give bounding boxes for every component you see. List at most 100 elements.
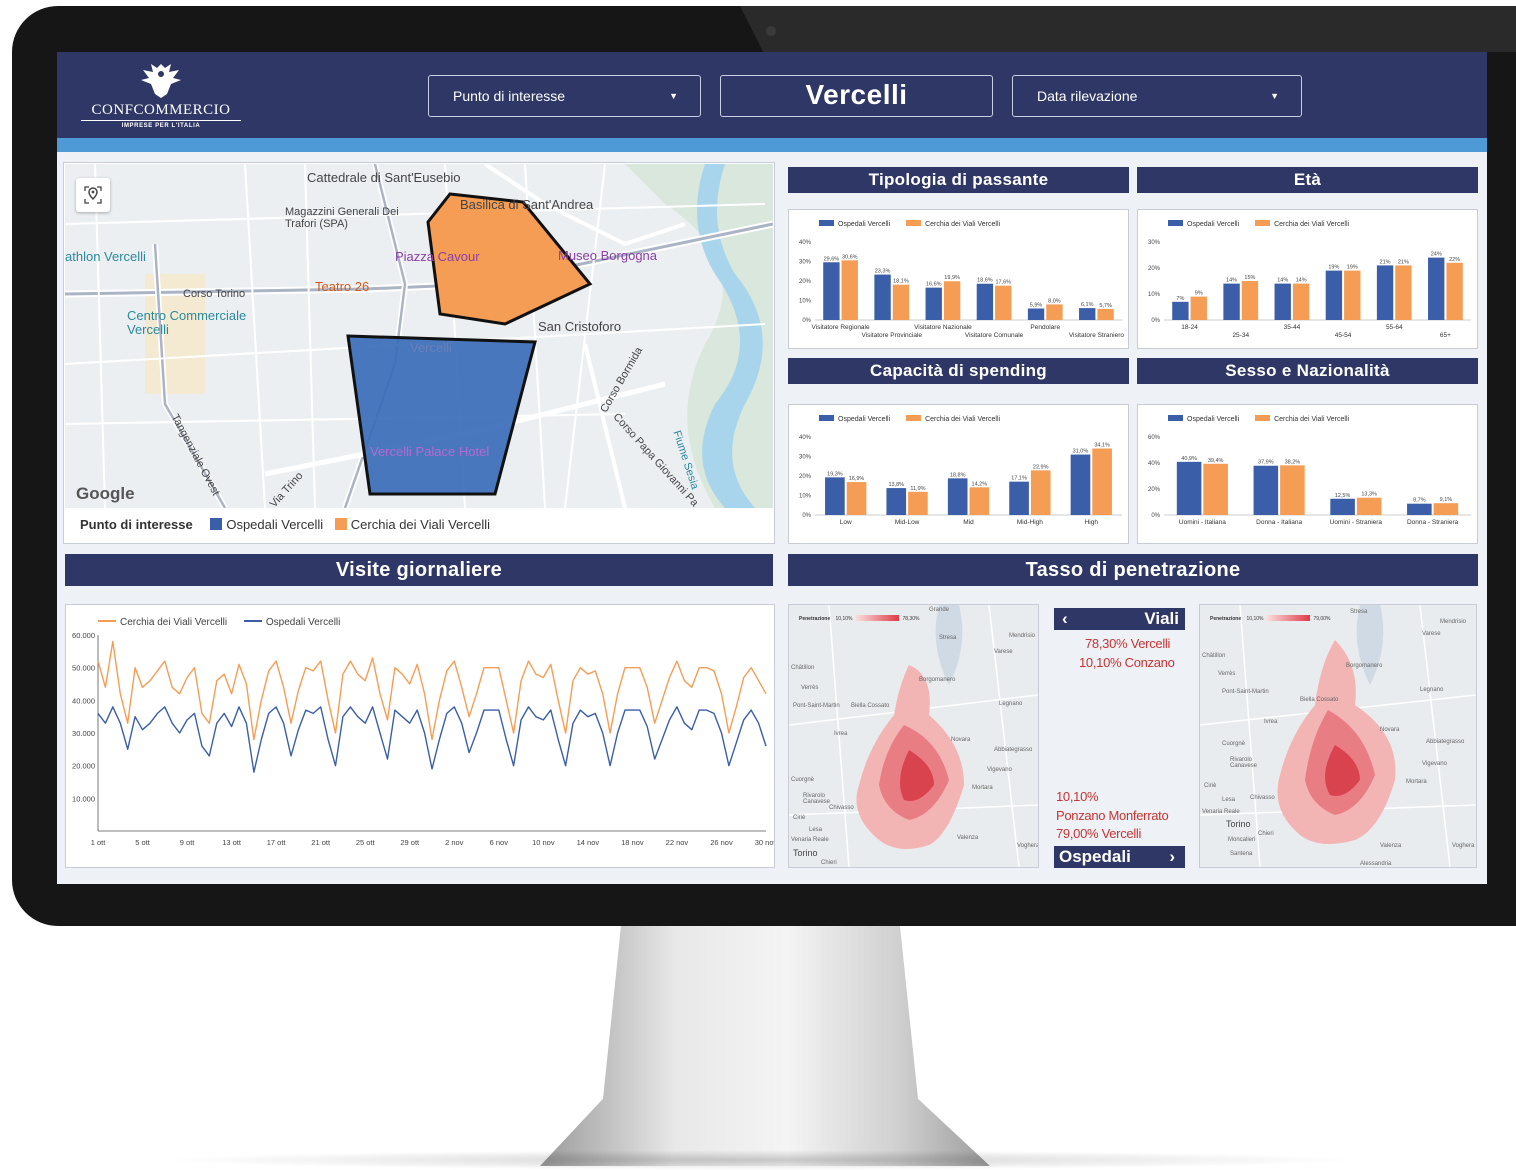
viali-nav[interactable]: ‹ Viali — [1054, 608, 1185, 630]
legend-cerchia: Cerchia dei Viali Vercelli — [1274, 416, 1350, 423]
map-label-athlon: athlon Vercelli — [65, 249, 146, 264]
data-label: 22% — [1449, 257, 1460, 263]
data-label: 14% — [1226, 278, 1237, 284]
legend-swatch-cerchia — [906, 415, 922, 421]
data-label: 34,1% — [1094, 443, 1110, 449]
town-legnano: Legnano — [1420, 687, 1444, 693]
bar-ospedali — [1223, 283, 1240, 320]
locate-me-button[interactable] — [76, 178, 110, 212]
tipologia-chart-panel: Ospedali Vercelli Cerchia dei Viali Verc… — [788, 209, 1129, 349]
data-label: 13,8% — [888, 482, 904, 488]
y-tick-label: 60.000 — [72, 631, 95, 640]
chevron-left-icon[interactable]: ‹ — [1062, 608, 1068, 630]
poi-map[interactable]: Cattedrale di Sant'Eusebio Basilica di S… — [65, 164, 773, 508]
x-tick-label: 5 ott — [135, 838, 151, 847]
legend-swatch-ospedali — [1168, 415, 1183, 421]
bar-ospedali — [1176, 461, 1202, 515]
bar-ospedali — [874, 274, 891, 320]
penetration-legend-viali: Penetrazione 10,10% 78,30% — [799, 615, 919, 622]
data-label: 6,1% — [1081, 302, 1094, 308]
legend-cerchia: Cerchia dei Viali Vercelli — [925, 416, 1001, 423]
bar-cerchia — [1092, 448, 1112, 515]
category-label: 45-54 — [1335, 332, 1352, 339]
eta-bar-chart: 0% 10% 20% 30% 7% 14% 14% 19% 21% 24% 9% 15% 14% 19% 2… — [1148, 240, 1471, 339]
category-label: Donna - Straniera — [1407, 519, 1459, 526]
town-cirie: Ciriè — [1204, 783, 1217, 789]
data-label: 7% — [1176, 296, 1184, 302]
tipologia-title: Tipologia di passante — [788, 167, 1129, 193]
town-mendrisio: Mendrisio — [1009, 633, 1036, 639]
map-legend-ospedali: Ospedali Vercelli — [226, 517, 324, 532]
poi-dropdown[interactable]: Punto di interesse ▼ — [428, 75, 701, 117]
legend-ospedali: Ospedali Vercelli — [1187, 416, 1240, 423]
y-tick-label: 0% — [1151, 318, 1160, 324]
bar-ospedali — [1253, 465, 1279, 515]
bar-cerchia — [846, 482, 867, 515]
legend-ospedali: Ospedali Vercelli — [838, 221, 891, 228]
data-label: 37,9% — [1258, 460, 1274, 466]
data-label: 16,9% — [849, 476, 865, 482]
chevron-right-icon[interactable]: › — [1169, 846, 1175, 868]
pen-legend-min: 10,10% — [1246, 616, 1264, 622]
caret-down-icon: ▼ — [1270, 91, 1279, 101]
y-tick-label: 0% — [802, 513, 811, 519]
cerchia-swatch — [334, 518, 347, 530]
category-label: Visitatore Provinciale — [861, 332, 922, 339]
city-name: Vercelli — [805, 79, 908, 110]
bar-cerchia — [1280, 465, 1305, 515]
x-tick-label: 14 nov — [577, 838, 600, 847]
town-moncalieri: Moncalieri — [1228, 837, 1256, 843]
legend-swatch-ospedali — [819, 220, 834, 226]
spending-title: Capacità di spending — [788, 358, 1129, 384]
y-tick-label: 40.000 — [72, 696, 95, 705]
penetration-map-ospedali[interactable]: Penetrazione 10,10% 79,00% Mendrisio Vare… — [1199, 604, 1477, 868]
visite-title: Visite giornaliere — [65, 554, 773, 586]
town-lesa: Lesa — [809, 827, 823, 833]
data-label: 17,6% — [995, 280, 1011, 286]
bar-ospedali — [1330, 498, 1355, 515]
category-label: Donna - Italiana — [1256, 519, 1302, 526]
y-tick-label: 20% — [1148, 487, 1161, 493]
eta-legend: Ospedali Vercelli Cerchia dei Viali Verc… — [1168, 220, 1349, 228]
data-label: 8,0% — [1048, 298, 1061, 304]
town-torino: Torino — [1226, 819, 1251, 829]
town-valenza: Valenza — [957, 835, 979, 841]
city-title: Vercelli — [720, 75, 993, 117]
viali-nav-label: Viali — [1144, 609, 1179, 628]
date-dropdown[interactable]: Data rilevazione ▼ — [1012, 75, 1302, 117]
category-label: 18-24 — [1181, 324, 1198, 331]
town-mortara: Mortara — [972, 785, 993, 791]
osp-stat-2: Ponzano Monferrato — [1056, 808, 1169, 823]
visite-legend-ospedali: Ospedali Vercelli — [265, 617, 341, 628]
x-tick-label: 18 nov — [621, 838, 644, 847]
visite-chart-panel: Cerchia dei Viali Vercelli Ospedali Verc… — [65, 604, 778, 868]
penetration-map-viali[interactable]: Penetrazione 10,10% 78,30% Grande Mendris… — [788, 604, 1039, 868]
data-label: 18,8% — [950, 472, 966, 478]
x-tick-label: 1 ott — [91, 838, 107, 847]
ospedali-nav[interactable]: Ospedali › — [1054, 846, 1185, 868]
header-accent-stripe — [57, 138, 1487, 152]
town-chatillon: Châtillon — [1202, 653, 1226, 659]
confcommercio-logo[interactable]: CONFCOMMERCIO IMPRESE PER L'ITALIA — [81, 60, 241, 132]
y-tick-label: 0% — [802, 318, 811, 324]
y-tick-label: 50.000 — [72, 664, 95, 673]
eta-title: Età — [1137, 167, 1478, 193]
map-label-vercelli: Vercelli — [410, 340, 452, 355]
spending-chart-panel: Ospedali Vercelli Cerchia dei Viali Verc… — [788, 404, 1129, 544]
legend-swatch-ospedali — [1168, 220, 1183, 226]
data-label: 24% — [1431, 252, 1442, 258]
data-label: 30,6% — [842, 254, 858, 260]
data-label: 5,7% — [1099, 303, 1112, 309]
town-abbiategrasso: Abbiategrasso — [1426, 739, 1465, 745]
category-label: Pendolare — [1030, 324, 1060, 331]
town-biella: Biella Cossato — [851, 703, 890, 709]
monitor-stand — [540, 926, 990, 1166]
eagle-icon — [141, 64, 181, 98]
bar-ospedali — [1070, 454, 1091, 515]
tasso-title: Tasso di penetrazione — [788, 554, 1478, 586]
bar-cerchia — [1203, 463, 1228, 515]
y-tick-label: 30% — [799, 260, 812, 266]
town-varese: Varese — [1422, 631, 1441, 637]
category-label: Mid — [963, 519, 974, 526]
bar-cerchia — [1046, 304, 1063, 320]
